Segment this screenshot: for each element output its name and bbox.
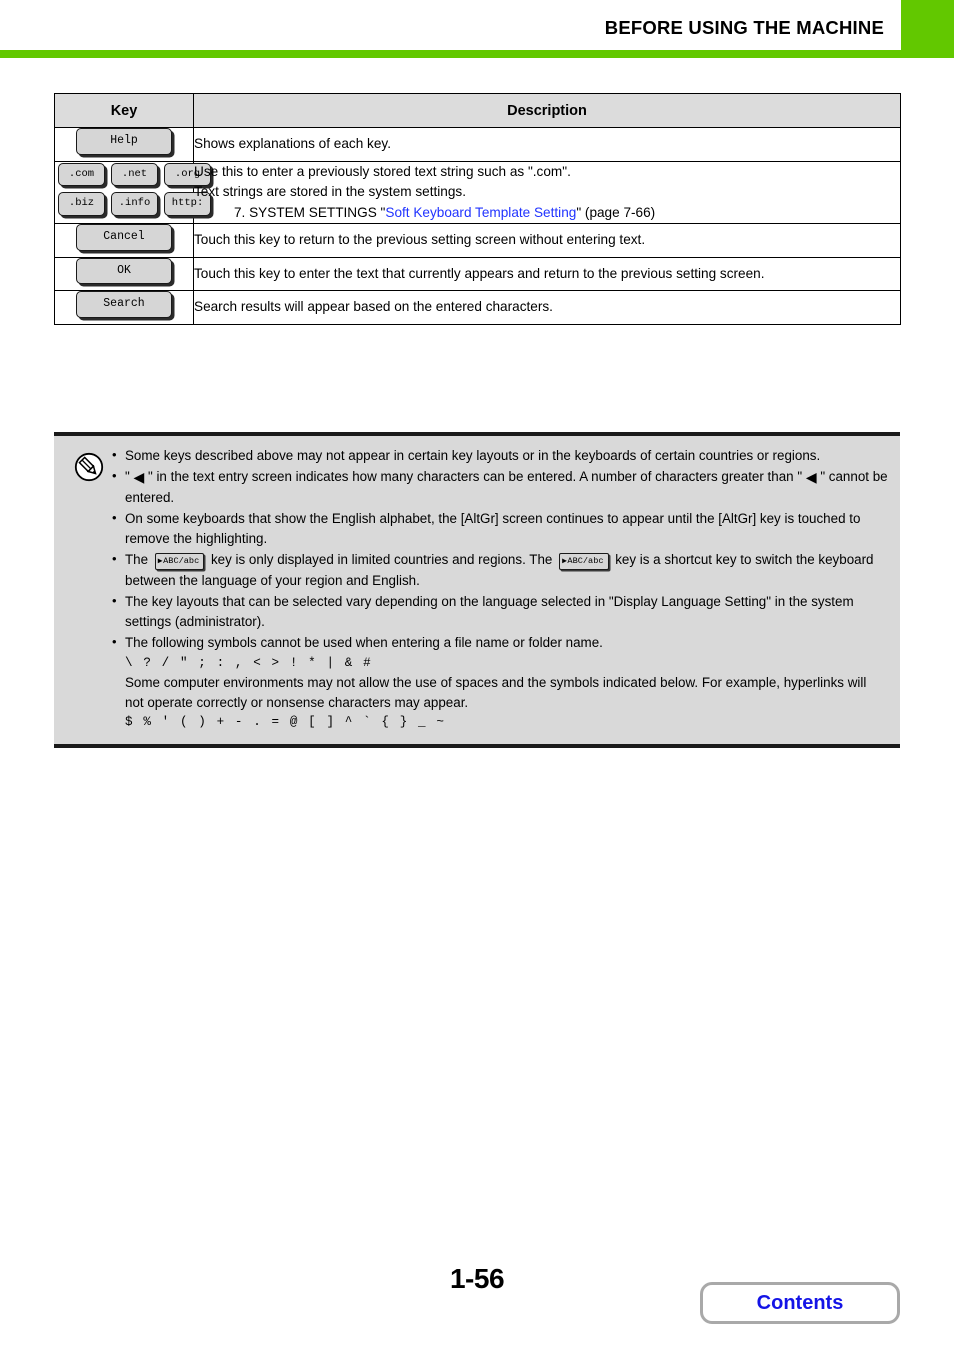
page-header: BEFORE USING THE MACHINE bbox=[0, 0, 954, 60]
key-button-cancel[interactable]: Cancel bbox=[76, 224, 172, 251]
key-label: ABC/abc bbox=[163, 556, 200, 567]
table-row: Help Shows explanations of each key. bbox=[54, 127, 901, 162]
note-text: Some keys described above may not appear… bbox=[125, 448, 821, 463]
note-text-part: " in the text entry screen indicates how… bbox=[144, 469, 806, 485]
table-row: Search Search results will appear based … bbox=[54, 290, 901, 325]
table-row: OK Touch this key to enter the text that… bbox=[54, 256, 901, 292]
key-cell-domains: .com .net .org .biz .info http: bbox=[54, 160, 211, 225]
description-line: Use this to enter a previously stored te… bbox=[194, 163, 571, 179]
note-text: The following symbols cannot be used whe… bbox=[125, 634, 603, 650]
description-cell-cancel: Touch this key to return to the previous… bbox=[193, 223, 901, 258]
forbidden-symbols-line-2: $ % ' ( ) + - . = @ [ ] ^ ` { } _ ~ bbox=[125, 715, 446, 730]
description-line: Shows explanations of each key. bbox=[194, 135, 391, 151]
key-button-abc-toggle[interactable]: ▶ABC/abc bbox=[559, 553, 609, 571]
note-extra-text: Some computer environments may not allow… bbox=[125, 674, 867, 710]
key-button-help[interactable]: Help bbox=[76, 128, 172, 155]
key-button-info[interactable]: .info bbox=[111, 192, 158, 216]
description-line: Search results will appear based on the … bbox=[194, 299, 553, 315]
note-bullet-3: On some keyboards that show the English … bbox=[112, 508, 888, 549]
note-body: Some keys described above may not appear… bbox=[112, 445, 888, 732]
note-bullet-list: Some keys described above may not appear… bbox=[112, 445, 888, 653]
key-label: ABC/abc bbox=[567, 556, 604, 567]
left-caret-icon: ▶ bbox=[157, 556, 163, 566]
key-button-biz[interactable]: .biz bbox=[58, 192, 105, 216]
link-soft-keyboard-template-setting[interactable]: Soft Keyboard Template Setting bbox=[385, 205, 576, 220]
note-bullet-5: The key layouts that can be selected var… bbox=[112, 591, 888, 632]
cross-reference-suffix: " (page 7-66) bbox=[576, 204, 656, 220]
description-line: Touch this key to return to the previous… bbox=[194, 232, 646, 248]
key-button-search[interactable]: Search bbox=[76, 291, 172, 318]
pencil-note-icon bbox=[74, 452, 104, 487]
key-row: OK bbox=[55, 257, 193, 291]
key-button-com[interactable]: .com bbox=[58, 162, 105, 187]
left-triangle-icon: ◀ bbox=[805, 469, 817, 486]
description-line: Touch this key to enter the text that cu… bbox=[194, 265, 765, 281]
key-cell-ok: OK bbox=[54, 256, 194, 292]
note-box: Some keys described above may not appear… bbox=[54, 432, 900, 748]
description-cell-help: Shows explanations of each key. bbox=[193, 127, 901, 162]
description-cell-domains: Use this to enter a previously stored te… bbox=[193, 160, 901, 225]
key-row: .biz .info http: bbox=[55, 192, 211, 222]
key-button-ok[interactable]: OK bbox=[76, 257, 172, 285]
key-description-table: Key Description Help Shows explanations … bbox=[54, 93, 901, 325]
note-text: The key layouts that can be selected var… bbox=[125, 593, 854, 629]
note-text-part: key is only displayed in limited countri… bbox=[207, 552, 557, 568]
forbidden-symbols-line-1: \ ? / " ; : , < > ! * | & # bbox=[125, 655, 373, 670]
note-bullet-4: The ▶ABC/abc key is only displayed in li… bbox=[112, 549, 888, 590]
description-line: Text strings are stored in the system se… bbox=[194, 184, 466, 200]
note-text: On some keyboards that show the English … bbox=[125, 511, 861, 547]
cross-reference: 7. SYSTEM SETTINGS "Soft Keyboard Templa… bbox=[194, 203, 900, 224]
note-icon-wrap bbox=[66, 446, 112, 487]
key-button-net[interactable]: .net bbox=[111, 162, 158, 187]
key-cell-search: Search bbox=[54, 290, 194, 325]
left-triangle-icon: ◀ bbox=[133, 469, 145, 486]
key-cell-cancel: Cancel bbox=[54, 223, 194, 258]
key-row: .com .net .org bbox=[55, 162, 211, 193]
note-bullet-1: Some keys described above may not appear… bbox=[112, 445, 888, 466]
description-cell-ok: Touch this key to enter the text that cu… bbox=[193, 256, 901, 292]
key-button-abc-toggle[interactable]: ▶ABC/abc bbox=[154, 553, 205, 571]
cross-reference-prefix: 7. SYSTEM SETTINGS " bbox=[234, 204, 386, 220]
key-row: Search bbox=[55, 291, 193, 324]
column-header-description: Description bbox=[193, 93, 901, 128]
column-header-key: Key bbox=[54, 93, 194, 128]
contents-button[interactable]: Contents bbox=[700, 1282, 900, 1324]
table-row: Cancel Touch this key to return to the p… bbox=[54, 223, 901, 258]
key-cell-help: Help bbox=[54, 127, 194, 162]
table-row: .com .net .org .biz .info http: Use this to … bbox=[54, 160, 901, 225]
page-title: BEFORE USING THE MACHINE bbox=[604, 17, 884, 38]
note-bullet-6: The following symbols cannot be used whe… bbox=[112, 632, 888, 653]
note-text-part: The bbox=[125, 552, 152, 568]
header-accent-rule bbox=[0, 50, 954, 58]
description-cell-search: Search results will appear based on the … bbox=[193, 290, 901, 325]
key-row: Cancel bbox=[55, 224, 193, 257]
key-row: Help bbox=[55, 128, 193, 161]
table-header-row: Key Description bbox=[54, 93, 901, 128]
note-bullet-2: " ◀ " in the text entry screen indicates… bbox=[112, 466, 888, 508]
